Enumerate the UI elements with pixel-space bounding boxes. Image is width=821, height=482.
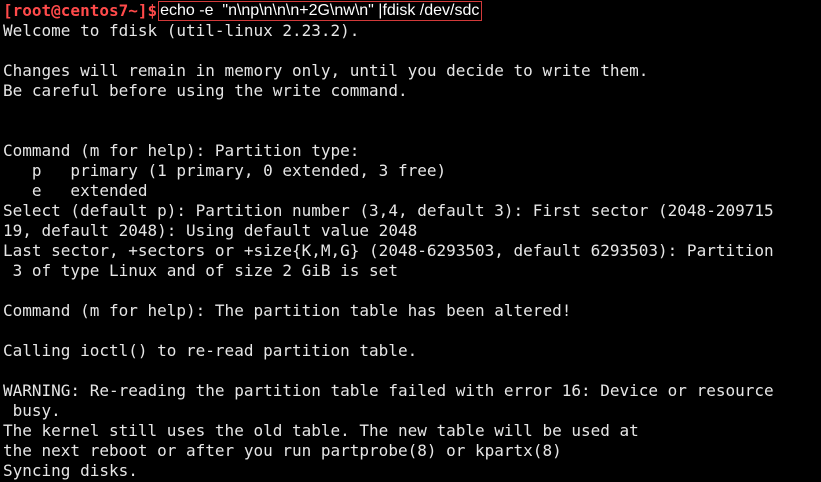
highlighted-command: echo -e "n\np\n\n\n+2G\nw\n" |fdisk /dev…	[158, 1, 483, 21]
output-line: Last sector, +sectors or +size{K,M,G} (2…	[3, 241, 774, 260]
command-line: [root@centos7~]$ echo -e "n\np\n\n\n+2G\n…	[3, 1, 821, 21]
output-line: Select (default p): Partition number (3,…	[3, 201, 774, 220]
output-line: Command (m for help): The partition tabl…	[3, 301, 572, 320]
output-line: 3 of type Linux and of size 2 GiB is set	[3, 261, 398, 280]
output-line: Welcome to fdisk (util-linux 2.23.2).	[3, 21, 360, 40]
output-line: busy.	[3, 401, 61, 420]
output-line: e extended	[3, 181, 148, 200]
output-line: Be careful before using the write comman…	[3, 81, 408, 100]
output-line: WARNING: Re-reading the partition table …	[3, 381, 774, 400]
command-text: echo -e "n\np\n\n\n+2G\nw\n" |fdisk /dev…	[160, 2, 480, 19]
output-line: Changes will remain in memory only, unti…	[3, 61, 649, 80]
terminal-window[interactable]: [root@centos7~]$ echo -e "n\np\n\n\n+2G\n…	[0, 0, 821, 482]
output-line: Calling ioctl() to re-read partition tab…	[3, 341, 418, 360]
output-line: The kernel still uses the old table. The…	[3, 421, 639, 440]
output-line: the next reboot or after you run partpro…	[3, 441, 562, 460]
output-line: p primary (1 primary, 0 extended, 3 free…	[3, 161, 447, 180]
output-line: 19, default 2048): Using default value 2…	[3, 221, 418, 240]
output-line: Syncing disks.	[3, 461, 138, 480]
shell-prompt: [root@centos7~]$	[3, 1, 158, 20]
output-line: Command (m for help): Partition type:	[3, 141, 360, 160]
